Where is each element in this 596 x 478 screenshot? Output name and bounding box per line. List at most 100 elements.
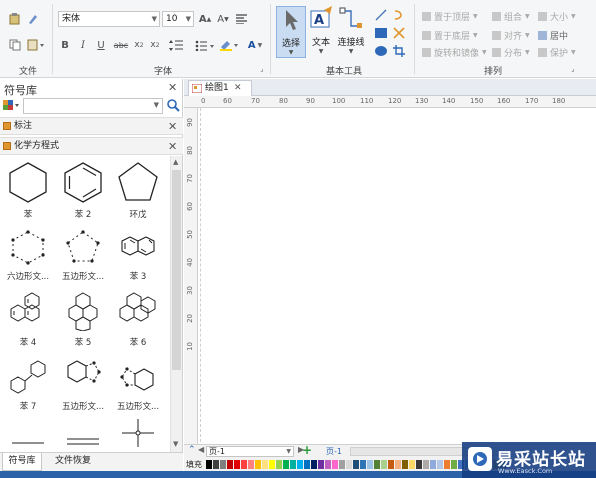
copy-icon[interactable]	[8, 38, 22, 52]
color-swatch[interactable]	[388, 460, 394, 469]
italic-icon[interactable]: I	[76, 38, 90, 52]
color-swatch[interactable]	[381, 460, 387, 469]
color-swatch[interactable]	[423, 460, 429, 469]
dialog-launcher-icon[interactable]: ⌟	[568, 64, 578, 74]
connector-tool-button[interactable]: 连接线 ▼	[334, 6, 368, 58]
color-swatch[interactable]	[395, 460, 401, 469]
crop-tool-icon[interactable]	[392, 44, 406, 58]
color-swatch[interactable]	[367, 460, 373, 469]
color-swatch[interactable]	[430, 460, 436, 469]
color-swatch[interactable]	[416, 460, 422, 469]
color-swatch[interactable]	[374, 460, 380, 469]
color-swatch[interactable]	[360, 460, 366, 469]
color-swatch[interactable]	[325, 460, 331, 469]
line-spacing-icon[interactable]	[168, 38, 190, 52]
scroll-up-icon[interactable]: ▲	[173, 158, 178, 166]
color-swatch[interactable]	[262, 460, 268, 469]
shape-benzene-3[interactable]: 苯 3	[110, 229, 166, 282]
format-brush-icon[interactable]	[26, 12, 40, 26]
shape-pentagon-text[interactable]: 五边形文...	[55, 229, 111, 282]
shape-cyclopentane[interactable]: 环戊	[110, 161, 166, 220]
shape-pentagon-text-2[interactable]: 五边形文...	[55, 355, 111, 412]
close-icon[interactable]: ✕	[168, 81, 177, 94]
color-swatch[interactable]	[206, 460, 212, 469]
close-icon[interactable]: ✕	[168, 118, 177, 135]
color-swatch[interactable]	[248, 460, 254, 469]
color-swatch[interactable]	[353, 460, 359, 469]
shrink-font-icon[interactable]: A ▼	[216, 12, 230, 26]
curve-tool-icon[interactable]	[392, 8, 406, 22]
color-swatch[interactable]	[297, 460, 303, 469]
shape-double-line[interactable]	[55, 431, 111, 454]
rotate-mirror-button[interactable]: 旋转和镜像 ▼	[422, 46, 487, 59]
close-icon[interactable]: ✕	[168, 138, 177, 155]
color-swatch[interactable]	[269, 460, 275, 469]
subscript-icon[interactable]: x2	[132, 38, 146, 52]
shape-benzene-7[interactable]: 苯 7	[0, 355, 56, 412]
shape-cross-bond[interactable]	[110, 417, 166, 454]
strikethrough-icon[interactable]: abc	[112, 38, 130, 52]
color-swatch[interactable]	[332, 460, 338, 469]
paste-format-icon[interactable]	[8, 12, 22, 26]
color-swatch[interactable]	[283, 460, 289, 469]
protect-button[interactable]: 保护 ▼	[538, 46, 576, 59]
align-text-icon[interactable]	[234, 12, 248, 26]
paste-icon[interactable]	[26, 38, 46, 52]
section-annotation[interactable]: 标注 ✕	[0, 117, 183, 135]
color-swatch[interactable]	[241, 460, 247, 469]
size-button[interactable]: 大小 ▼	[538, 10, 576, 23]
shape-pentagon-text-3[interactable]: 五边形文...	[110, 355, 166, 412]
bring-to-front-button[interactable]: 置于顶层 ▼	[422, 10, 478, 23]
highlight-color-icon[interactable]	[218, 38, 240, 52]
shape-benzene-4[interactable]: 苯 4	[0, 291, 56, 348]
center-button[interactable]: 居中	[538, 29, 568, 42]
ellipse-tool-icon[interactable]	[374, 44, 388, 58]
color-swatch[interactable]	[409, 460, 415, 469]
document-tab[interactable]: 绘图1 ✕	[188, 80, 252, 96]
search-icon[interactable]	[166, 98, 180, 114]
nav-left-icon[interactable]: ◀	[198, 445, 204, 454]
close-icon[interactable]: ✕	[234, 81, 242, 96]
select-tool-button[interactable]: 选择 ▼	[276, 6, 306, 58]
shape-benzene-6[interactable]: 苯 6	[110, 291, 166, 348]
color-swatch[interactable]	[276, 460, 282, 469]
color-swatch[interactable]	[339, 460, 345, 469]
line-tool-icon[interactable]	[374, 8, 388, 22]
color-swatch[interactable]	[451, 460, 457, 469]
shape-benzene[interactable]: 苯	[0, 161, 56, 220]
scroll-down-icon[interactable]: ▼	[173, 440, 178, 448]
align-button[interactable]: 对齐 ▼	[492, 29, 530, 42]
page-select[interactable]: 页-1 ▼	[206, 446, 294, 457]
color-swatch[interactable]	[444, 460, 450, 469]
collapse-up-icon[interactable]: ⌃	[188, 445, 196, 455]
cross-tool-icon[interactable]	[392, 26, 406, 40]
tab-file-recovery[interactable]: 文件恢复	[50, 453, 96, 471]
drawing-canvas[interactable]	[198, 108, 596, 444]
section-chemistry[interactable]: 化学方程式 ✕	[0, 137, 183, 155]
color-swatch[interactable]	[304, 460, 310, 469]
shape-hexagon-text[interactable]: 六边形文...	[0, 229, 56, 282]
font-size-select[interactable]: 10 ▼	[162, 11, 194, 27]
underline-icon[interactable]: U	[94, 38, 108, 52]
add-page-icon[interactable]: +	[302, 443, 312, 457]
dialog-launcher-icon[interactable]: ⌟	[257, 64, 267, 74]
scrollbar-thumb[interactable]	[172, 170, 181, 370]
color-swatch[interactable]	[437, 460, 443, 469]
color-swatch[interactable]	[311, 460, 317, 469]
color-swatch[interactable]	[234, 460, 240, 469]
text-tool-button[interactable]: A 文本 ▼	[306, 6, 336, 58]
page-tab[interactable]: 页-1	[326, 446, 342, 457]
group-button[interactable]: 组合 ▼	[492, 10, 530, 23]
color-swatch[interactable]	[220, 460, 226, 469]
rectangle-tool-icon[interactable]	[374, 26, 388, 40]
font-name-select[interactable]: 宋体 ▼	[58, 11, 160, 27]
superscript-icon[interactable]: x2	[148, 38, 162, 52]
font-color-icon[interactable]: A ▼	[244, 38, 266, 52]
send-to-back-button[interactable]: 置于底层 ▼	[422, 29, 478, 42]
color-swatch[interactable]	[213, 460, 219, 469]
color-swatch[interactable]	[402, 460, 408, 469]
shape-benzene-2[interactable]: 苯 2	[55, 161, 111, 220]
shape-benzene-5[interactable]: 苯 5	[55, 291, 111, 348]
tab-symbol-library[interactable]: 符号库	[2, 453, 42, 471]
grow-font-icon[interactable]: A ▲	[198, 12, 212, 26]
